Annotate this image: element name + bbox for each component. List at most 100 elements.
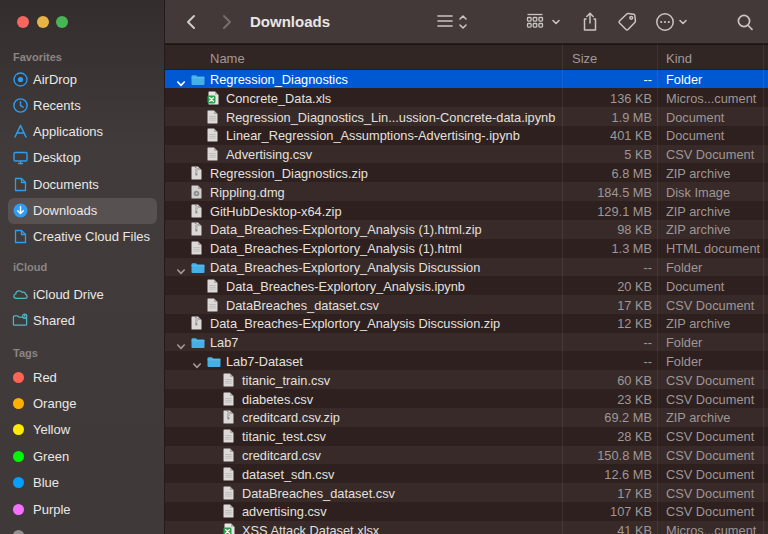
file-size: 1.9 MB (495, 110, 652, 125)
disclosure-chevron-icon[interactable] (176, 263, 186, 273)
main-area: Downloads (165, 0, 768, 534)
file-kind: CSV Document (666, 467, 754, 482)
back-button[interactable] (179, 10, 203, 34)
sidebar-item-red[interactable]: Red (0, 364, 165, 390)
file-size: -- (495, 260, 652, 275)
search-icon[interactable] (735, 11, 755, 33)
sidebar-item-applications[interactable]: Applications (0, 119, 165, 145)
file-name: creditcard.csv.zip (242, 410, 340, 425)
group-chevron-icon[interactable] (551, 11, 561, 33)
file-row[interactable]: Data_Breaches-Explortory_Analysis.ipynb2… (165, 276, 768, 295)
disclosure-chevron-icon[interactable] (192, 357, 202, 367)
sidebar-item-recents[interactable]: Recents (0, 92, 165, 118)
file-row[interactable]: DataBreaches_dataset.csv17 KBCSV Documen… (165, 295, 768, 314)
file-name: Data_Breaches-Explortory_Analysis.ipynb (226, 279, 465, 294)
file-row[interactable]: advertising.csv107 KBCSV Document (165, 502, 768, 521)
file-name: Regression_Diagnostics (210, 72, 348, 87)
column-header-size[interactable]: Size (572, 51, 597, 66)
file-icon (223, 373, 237, 387)
cloud-doc-icon (12, 228, 29, 245)
sidebar-item-label: iCloud Drive (33, 287, 104, 302)
sidebar-item-green[interactable]: Green (0, 443, 165, 469)
group-icon[interactable] (523, 11, 547, 33)
file-kind: CSV Document (666, 392, 754, 407)
sidebar-item-downloads[interactable]: Downloads (0, 198, 165, 224)
file-size: 150.8 MB (495, 448, 652, 463)
file-kind: CSV Document (666, 429, 754, 444)
document-icon (12, 176, 29, 193)
file-row[interactable]: XSS Attack Dataset.xlsx41 KBMicros...cum… (165, 521, 768, 534)
file-row[interactable]: Linear_Regression_Assumptions-Advertisin… (165, 126, 768, 145)
file-row[interactable]: Data_Breaches-Explortory_Analysis (1).ht… (165, 239, 768, 258)
file-row[interactable]: GitHubDesktop-x64.zip129.1 MBZIP archive (165, 201, 768, 220)
sidebar-item-documents[interactable]: Documents (0, 171, 165, 197)
file-name: advertising.csv (242, 504, 327, 519)
file-icon (191, 166, 205, 180)
sidebar-item-shared[interactable]: Shared (0, 307, 165, 333)
file-row[interactable]: dataset_sdn.csv12.6 MBCSV Document (165, 464, 768, 483)
sidebar-item-yellow[interactable]: Yellow (0, 417, 165, 443)
disclosure-chevron-icon[interactable] (176, 75, 186, 85)
file-row[interactable]: Data_Breaches-Explortory_Analysis (1).ht… (165, 220, 768, 239)
file-name: Data_Breaches-Explortory_Analysis (1).ht… (210, 241, 462, 256)
sidebar-item-airdrop[interactable]: AirDrop (0, 66, 165, 92)
file-row[interactable]: Concrete_Data.xls136 KBMicros...cument (165, 88, 768, 107)
more-icon[interactable] (654, 11, 676, 33)
file-name: titanic_test.csv (242, 429, 326, 444)
file-kind: Folder (666, 72, 702, 87)
view-stepper-icon[interactable] (457, 11, 469, 33)
disclosure-chevron-icon[interactable] (176, 338, 186, 348)
more-chevron-icon[interactable] (678, 11, 688, 33)
file-kind: CSV Document (666, 486, 754, 501)
file-name: DataBreaches_dataset.csv (226, 298, 379, 313)
list-view-icon[interactable] (435, 11, 455, 31)
desktop-icon (12, 149, 29, 166)
file-size: 60 KB (495, 373, 652, 388)
share-icon[interactable] (580, 11, 600, 33)
file-size: 23 KB (495, 392, 652, 407)
zoom-button[interactable] (56, 16, 68, 28)
file-name: Rippling.dmg (210, 185, 285, 200)
close-button[interactable] (17, 16, 29, 28)
file-name: Data_Breaches-Explortory_Analysis Discus… (210, 316, 500, 331)
tag-icon[interactable] (616, 11, 638, 33)
file-row[interactable]: diabetes.csv23 KBCSV Document (165, 389, 768, 408)
file-row[interactable]: DataBreaches_dataset.csv17 KBCSV Documen… (165, 483, 768, 502)
file-row[interactable]: Lab7--Folder (165, 333, 768, 352)
file-row[interactable]: Regression_Diagnostics--Folder (165, 70, 768, 89)
sidebar-item-desktop[interactable]: Desktop (0, 145, 165, 171)
sidebar-item-gray[interactable] (0, 522, 165, 534)
sidebar-section-tags: Tags (13, 347, 38, 359)
file-icon (191, 222, 205, 236)
file-row[interactable]: Data_Breaches-Explortory_Analysis Discus… (165, 314, 768, 333)
file-row[interactable]: Lab7-Dataset--Folder (165, 352, 768, 371)
sidebar-item-label: Downloads (33, 203, 97, 218)
sidebar-item-purple[interactable]: Purple (0, 496, 165, 522)
file-row[interactable]: Rippling.dmg184.5 MBDisk Image (165, 182, 768, 201)
minimize-button[interactable] (37, 16, 49, 28)
sidebar-item-icloud-drive[interactable]: iCloud Drive (0, 281, 165, 307)
file-row[interactable]: titanic_test.csv28 KBCSV Document (165, 427, 768, 446)
file-row[interactable]: Regression_Diagnostics.zip6.8 MBZIP arch… (165, 164, 768, 183)
column-header-kind[interactable]: Kind (666, 51, 692, 66)
file-kind: Micros...cument (666, 523, 756, 534)
file-icon (191, 204, 205, 218)
file-size: 17 KB (495, 298, 652, 313)
sidebar-item-creative-cloud-files[interactable]: Creative Cloud Files (0, 224, 165, 250)
file-row[interactable]: titanic_train.csv60 KBCSV Document (165, 370, 768, 389)
file-row[interactable]: creditcard.csv150.8 MBCSV Document (165, 446, 768, 465)
sidebar-item-label: Blue (33, 475, 59, 490)
downloads-icon (12, 202, 29, 219)
file-row[interactable]: creditcard.csv.zip69.2 MBZIP archive (165, 408, 768, 427)
file-row[interactable]: Data_Breaches-Explortory_Analysis Discus… (165, 258, 768, 277)
file-size: 6.8 MB (495, 166, 652, 181)
sidebar-item-label: Recents (33, 98, 81, 113)
file-row[interactable]: Regression_Diagnostics_Lin...ussion-Conc… (165, 107, 768, 126)
file-row[interactable]: Advertising.csv5 KBCSV Document (165, 145, 768, 164)
sidebar-item-orange[interactable]: Orange (0, 390, 165, 416)
column-header-name[interactable]: Name (210, 51, 245, 66)
folder-icon (191, 260, 205, 274)
forward-button[interactable] (215, 10, 239, 34)
file-size: 1.3 MB (495, 241, 652, 256)
sidebar-item-blue[interactable]: Blue (0, 470, 165, 496)
